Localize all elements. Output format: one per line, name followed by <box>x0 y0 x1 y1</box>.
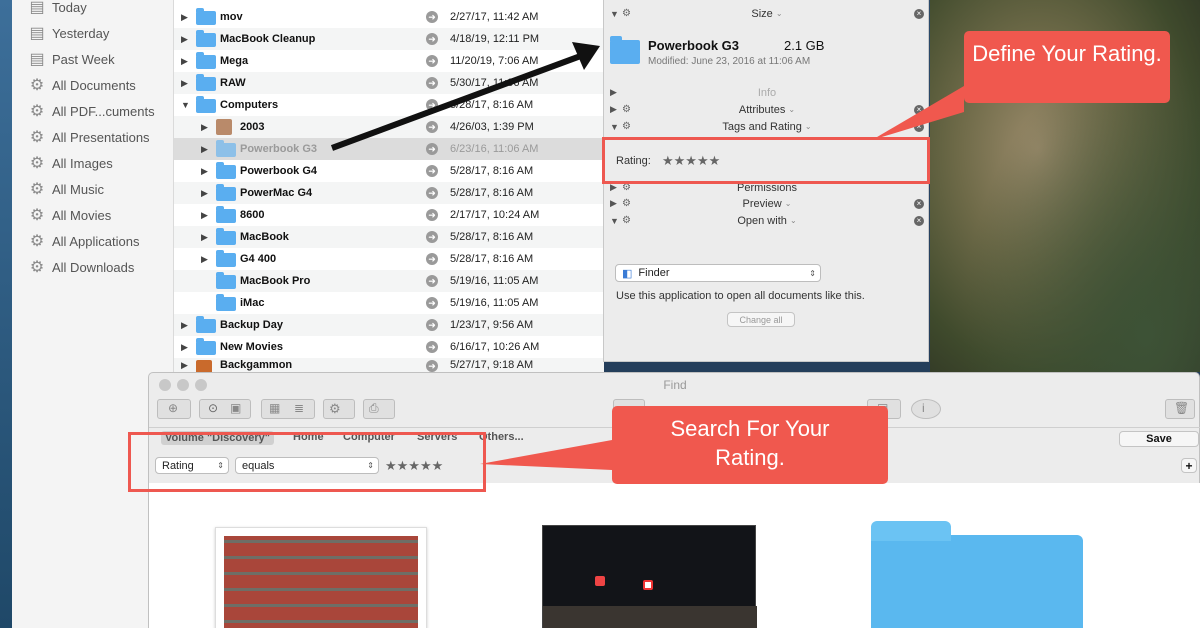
callout-tail-define <box>872 86 964 140</box>
callout-tail-search <box>480 440 612 470</box>
pointer-arrow-line <box>330 51 588 151</box>
annotation-overlay <box>330 42 964 470</box>
